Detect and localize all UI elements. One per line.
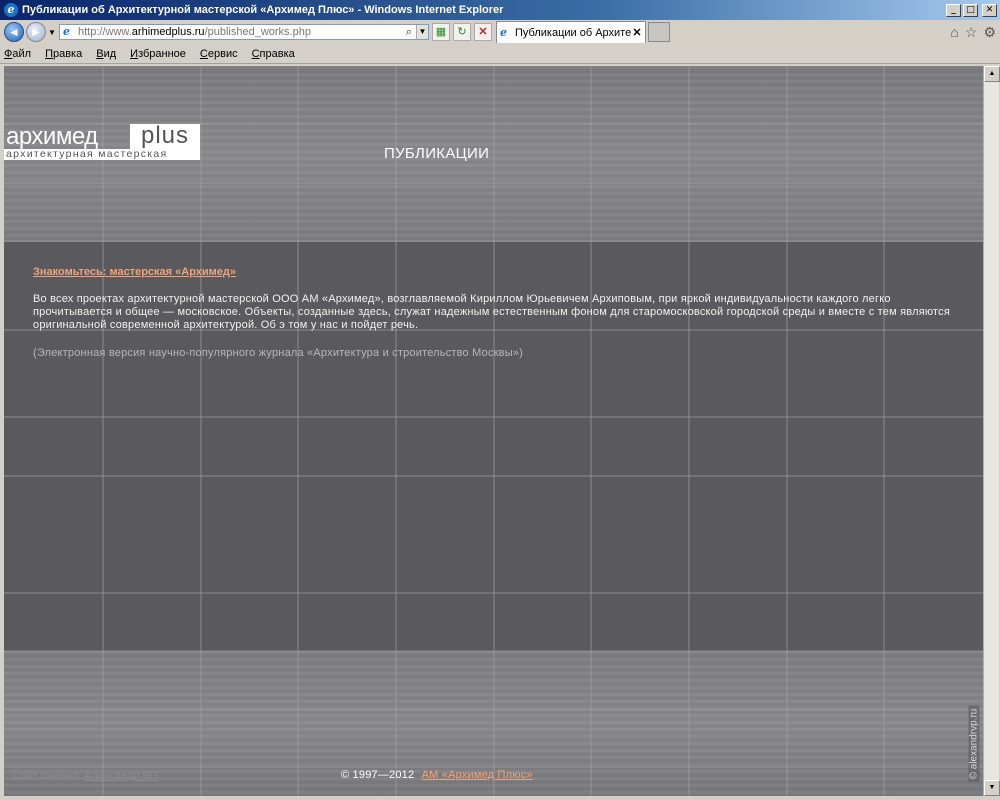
compatibility-view-icon[interactable]: ▦ bbox=[432, 23, 450, 41]
back-button[interactable]: ◄ bbox=[4, 22, 24, 42]
grid-line bbox=[4, 650, 983, 652]
grid-line bbox=[200, 66, 202, 796]
menu-favorites[interactable]: Избранное bbox=[130, 48, 186, 60]
grid-line bbox=[4, 766, 983, 768]
refresh-icon[interactable]: ↻ bbox=[453, 23, 471, 41]
watermark-text: © alexandrvp.ru bbox=[968, 705, 980, 783]
logo-plus-text: plus bbox=[130, 124, 200, 150]
grid-line bbox=[688, 66, 690, 796]
watermark: © alexandrvp.ru bbox=[966, 694, 982, 794]
grid-line bbox=[786, 66, 788, 796]
article-block: Знакомьтесь: мастерская «Архимед» Во все… bbox=[33, 266, 953, 359]
ie-logo-icon: e bbox=[4, 3, 18, 17]
page-title: ПУБЛИКАЦИИ bbox=[384, 145, 490, 162]
scroll-up-arrow-icon[interactable]: ▲ bbox=[984, 66, 1000, 82]
window-controls: _ □ ✕ bbox=[946, 3, 997, 17]
article-source: (Электронная версия научно-популярного ж… bbox=[33, 347, 523, 359]
address-bar[interactable]: e http://www.arhimedplus.ru/published_wo… bbox=[59, 24, 429, 40]
made-by-label: Сайт оживил: bbox=[12, 770, 82, 782]
window-title-bar: e Публикации об Архитектурной мастерской… bbox=[0, 0, 1000, 20]
menu-edit[interactable]: Правка bbox=[45, 48, 82, 60]
copyright-text: © 1997—2012 bbox=[341, 769, 415, 781]
menu-help[interactable]: Справка bbox=[252, 48, 295, 60]
history-dropdown-icon[interactable]: ▼ bbox=[47, 28, 57, 37]
company-link[interactable]: АМ «Архимед Плюс» bbox=[422, 769, 533, 781]
footer-copyright: © 1997—2012 АМ «Архимед Плюс» bbox=[341, 769, 533, 781]
page-favicon-icon: e bbox=[63, 25, 70, 38]
home-icon[interactable]: ⌂ bbox=[950, 24, 958, 41]
grid-line bbox=[493, 66, 495, 796]
grid-line bbox=[4, 592, 983, 594]
page-viewport: архимед plus архитектурная мастерская ПУ… bbox=[4, 66, 983, 796]
article-body: Во всех проектах архитектурной мастерско… bbox=[33, 293, 951, 331]
grid-line bbox=[4, 240, 983, 242]
new-tab-button[interactable] bbox=[648, 22, 670, 42]
made-by-link[interactable]: Александр ВП bbox=[84, 770, 157, 782]
tab-favicon-icon: e bbox=[500, 26, 507, 39]
menu-file[interactable]: Файл bbox=[4, 48, 31, 60]
scroll-down-arrow-icon[interactable]: ▼ bbox=[984, 780, 1000, 796]
window-title: Публикации об Архитектурной мастерской «… bbox=[22, 4, 504, 16]
grid-line bbox=[395, 66, 397, 796]
grid-line bbox=[4, 475, 983, 477]
tab-label: Публикации об Архитектурной мастерской «… bbox=[515, 26, 632, 39]
tools-gear-icon[interactable]: ⚙ bbox=[983, 24, 996, 41]
vertical-scrollbar[interactable]: ▲ ▼ bbox=[983, 66, 1000, 796]
grid-line bbox=[102, 66, 104, 796]
logo-subtitle: архитектурная мастерская bbox=[4, 149, 200, 160]
address-url[interactable]: http://www.arhimedplus.ru/published_work… bbox=[78, 26, 402, 38]
search-icon[interactable]: ⌕ bbox=[402, 26, 416, 39]
maximize-button[interactable]: □ bbox=[963, 3, 978, 17]
made-by: Сайт оживил: Александр ВП bbox=[12, 770, 158, 782]
stop-icon[interactable]: ✕ bbox=[474, 23, 492, 41]
grid-line bbox=[4, 416, 983, 418]
menu-tools[interactable]: Сервис bbox=[200, 48, 238, 60]
grid-line bbox=[883, 66, 885, 796]
browser-tab-active[interactable]: e Публикации об Архитектурной мастерской… bbox=[496, 21, 646, 43]
forward-button[interactable]: ► bbox=[26, 22, 46, 42]
site-logo[interactable]: архимед plus архитектурная мастерская bbox=[4, 124, 200, 160]
address-dropdown-icon[interactable]: ▼ bbox=[416, 25, 428, 39]
menu-view[interactable]: Вид bbox=[96, 48, 116, 60]
close-window-button[interactable]: ✕ bbox=[982, 3, 997, 17]
tab-close-icon[interactable]: ✕ bbox=[632, 26, 642, 39]
grid-line bbox=[4, 182, 983, 184]
navigation-bar: ◄ ► ▼ e http://www.arhimedplus.ru/publis… bbox=[0, 20, 1000, 44]
logo-main-text: архимед bbox=[6, 123, 98, 150]
grid-line bbox=[297, 66, 299, 796]
browser-right-tools: ⌂ ☆ ⚙ bbox=[950, 24, 996, 41]
grid-line bbox=[590, 66, 592, 796]
menu-bar: Файл Правка Вид Избранное Сервис Справка bbox=[0, 44, 1000, 64]
grid-line bbox=[4, 709, 983, 711]
minimize-button[interactable]: _ bbox=[946, 3, 961, 17]
article-link[interactable]: Знакомьтесь: мастерская «Архимед» bbox=[33, 266, 236, 278]
favorites-star-icon[interactable]: ☆ bbox=[965, 24, 978, 41]
